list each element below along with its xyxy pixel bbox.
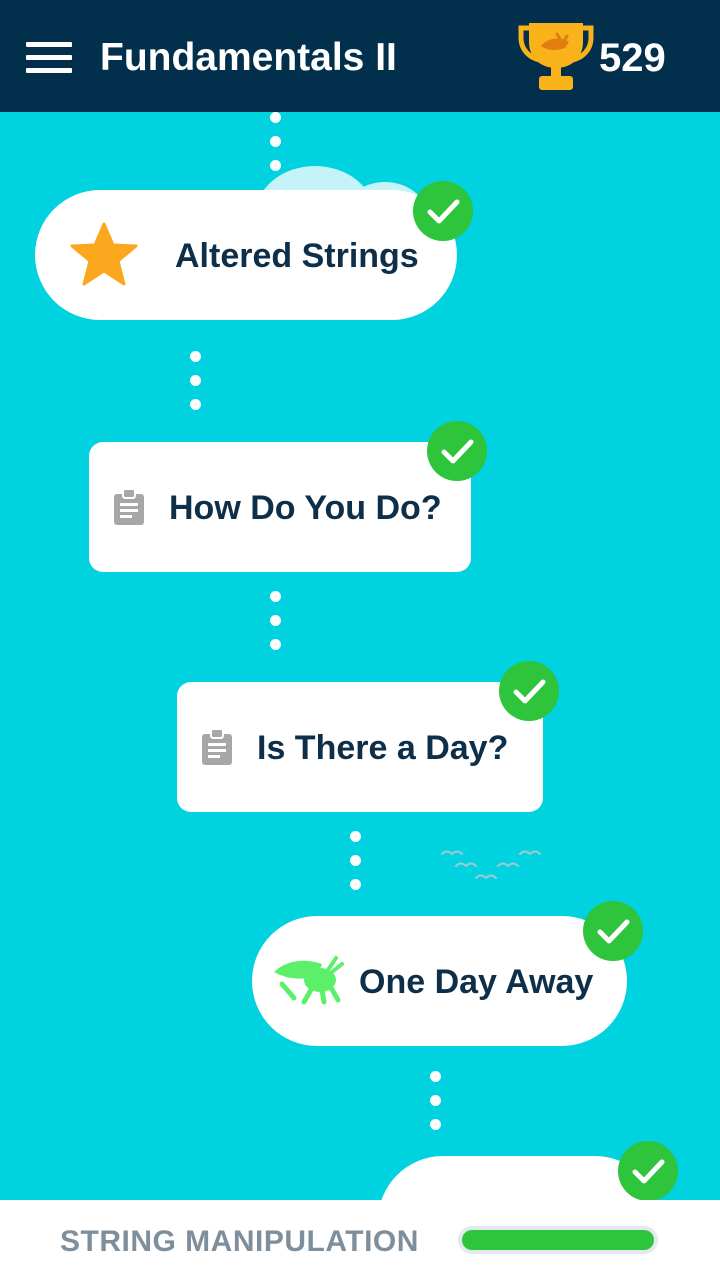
path-dot (270, 591, 281, 602)
path-dot (190, 375, 201, 386)
trophy-icon[interactable] (517, 20, 595, 94)
lesson-title: Altered Strings (175, 237, 419, 275)
path-dot (190, 399, 201, 410)
lesson-title: Is There a Day? (257, 729, 509, 767)
lesson-title: One Day Away (359, 963, 594, 1001)
section-progress-bar (458, 1226, 658, 1254)
grasshopper-icon (274, 956, 344, 1005)
clipboard-icon (114, 488, 144, 525)
section-progress-fill (462, 1230, 654, 1250)
lesson-node-one-day-away[interactable]: One Day Away (252, 916, 627, 1046)
page-title: Fundamentals II (100, 36, 397, 79)
lesson-title: How Do You Do? (169, 489, 442, 527)
completed-check-icon (499, 661, 559, 721)
path-dot (350, 879, 361, 890)
birds-decoration (441, 850, 541, 880)
path-dot (430, 1119, 441, 1130)
path-dot (430, 1071, 441, 1082)
path-dot (190, 351, 201, 362)
completed-check-icon (413, 181, 473, 241)
completed-check-icon (618, 1141, 678, 1200)
path-dot (350, 831, 361, 842)
score-counter: 529 (599, 36, 666, 80)
lesson-node-how-do-you-do[interactable]: How Do You Do? (89, 442, 471, 572)
path-dot (270, 136, 281, 147)
path-dot (430, 1095, 441, 1106)
path-dot (270, 160, 281, 171)
completed-check-icon (583, 901, 643, 961)
lesson-node-is-there-a-day[interactable]: Is There a Day? (177, 682, 543, 812)
lesson-map[interactable]: Altered Strings How Do You Do? Is There … (0, 112, 720, 1200)
lesson-node-altered-strings[interactable]: Altered Strings (35, 190, 457, 320)
app-header: Fundamentals II 529 (0, 0, 720, 112)
star-icon (70, 222, 138, 286)
path-dot (350, 855, 361, 866)
section-label: STRING MANIPULATION (60, 1225, 419, 1258)
path-dot (270, 639, 281, 650)
path-dot (270, 615, 281, 626)
section-footer[interactable]: STRING MANIPULATION (0, 1200, 720, 1280)
path-dot (270, 112, 281, 123)
clipboard-icon (202, 728, 232, 765)
completed-check-icon (427, 421, 487, 481)
hamburger-menu-icon[interactable] (26, 38, 74, 74)
